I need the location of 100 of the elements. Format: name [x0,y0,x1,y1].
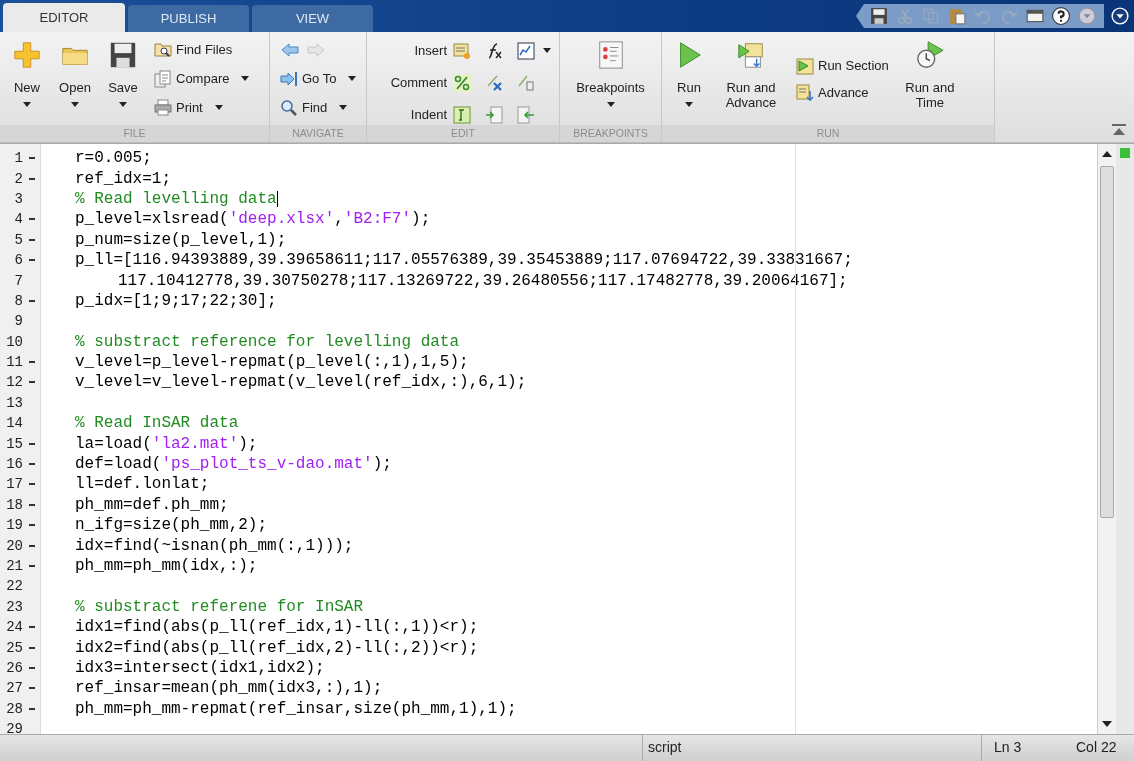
insert-label: Insert [413,43,447,58]
code-line: idx2=find(abs(p_ll(ref_idx,2)-ll(:,2))<r); [75,638,479,657]
executable-line-marker [28,177,35,180]
code-line: 117.10412778,39.30750278;117.13269722,39.26480556;117.17482778,39.20064167]; [118,271,848,290]
percent-icon[interactable] [453,73,471,92]
save-button[interactable]: Save [100,38,146,109]
folder-search-icon [154,40,172,59]
line-number: 15 [5,435,23,452]
line-number: 8 [13,292,23,309]
line-number: 23 [5,598,23,615]
run-section-icon [796,56,814,75]
line-number: 10 [5,333,23,350]
caret-icon [348,76,357,81]
menu-circle-icon[interactable] [1111,7,1129,25]
line-number: 4 [13,211,23,228]
line-number: 17 [5,476,23,493]
go-to-button[interactable]: Go To [278,67,359,90]
ribbon-tab[interactable]: EDITOR [3,3,125,32]
decrease-indent-icon[interactable] [517,105,535,124]
executable-line-marker [28,524,35,527]
run-and-advance-button[interactable]: Run and Advance [714,38,788,112]
code-line: % Read InSAR data [75,414,239,433]
insert-section-icon[interactable] [453,41,471,60]
new-button[interactable]: New [4,38,50,109]
line-number: 1 [13,150,23,167]
wrap-comment-icon[interactable] [517,73,535,92]
line-number: 25 [5,639,23,656]
chart-icon[interactable] [517,41,535,60]
uncomment-icon[interactable] [485,73,503,92]
breakpoints-button[interactable]: Breakpoints [571,38,650,109]
increase-indent-icon[interactable] [485,105,503,124]
code-line: ph_mm=ph_mm(idx,:); [75,557,258,575]
line-number: 29 [5,721,23,734]
code-line: ph_mm=def.ph_mm; [75,495,229,514]
code-line: v_level=p_level-repmat(p_level(:,1),1,5); [75,353,469,372]
run-and-time-button[interactable]: Run and Time [892,38,967,112]
advance-button[interactable]: Advance [794,81,891,104]
line-number: 13 [5,394,23,411]
compare-button[interactable]: Compare [152,67,252,90]
executable-line-marker [28,483,35,486]
executable-line-marker [28,238,35,241]
caret-icon [71,102,79,107]
executable-line-marker [28,463,35,466]
code-line: p_num=size(p_level,1); [75,230,287,249]
code-line: idx3=intersect(idx1,idx2); [75,658,325,677]
smart-indent-icon[interactable] [453,105,471,124]
find-button[interactable]: Find [278,96,359,119]
executable-line-marker [28,218,35,221]
line-number: 6 [13,252,23,269]
find-files-button[interactable]: Find Files [152,38,252,61]
executable-line-marker [28,687,35,690]
documents-icon [154,69,172,88]
help-icon[interactable] [1052,7,1070,25]
back-arrow-icon[interactable] [281,40,299,59]
window-icon[interactable] [1026,7,1044,25]
code-line: p_level=xlsread('deep.xlsx','B2:F7'); [75,210,431,229]
run-section-button[interactable]: Run Section [794,54,891,77]
code-line: ref_idx=1; [75,169,171,188]
line-number: 24 [5,619,23,636]
paste-icon[interactable] [948,7,966,25]
line-number: 14 [5,415,23,432]
line-number: 26 [5,659,23,676]
code-line: v_level=v_level-repmat(v_level(ref_idx,:),6,1); [75,373,527,392]
run-button[interactable]: Run [666,38,712,109]
line-number: 28 [5,700,23,717]
code-line: r=0.005; [75,149,152,168]
line-number: 3 [13,190,23,207]
stopwatch-play-icon [914,40,945,70]
caret-icon [339,105,348,110]
line-number: 12 [5,374,23,391]
search-icon [280,98,298,117]
caret-icon[interactable] [543,48,551,53]
executable-line-marker [28,381,35,384]
scroll-thumb[interactable] [1100,166,1114,518]
executable-line-marker [28,503,35,506]
print-button[interactable]: Print [152,96,252,119]
line-indicator: Ln 3 [993,738,1023,757]
collapse-ribbon-icon[interactable] [1112,124,1126,136]
line-number: 18 [5,496,23,513]
executable-line-marker [28,361,35,364]
printer-icon [154,98,172,117]
line-number: 9 [13,313,23,330]
section-label: RUN [662,125,994,142]
arrow-to-line-icon [280,69,298,88]
line-number: 5 [13,231,23,248]
save-icon[interactable] [870,7,888,25]
executable-line-marker [28,544,35,547]
code-line: % substract referene for InSAR [75,597,364,616]
caret-icon [606,102,615,107]
vertical-scrollbar[interactable] [1097,144,1116,734]
advance-icon [796,83,814,102]
open-button[interactable]: Open [52,38,98,109]
caret-icon [685,102,693,107]
dropdown-circle-icon[interactable] [1078,7,1096,25]
code-line: def=load('ps_plot_ts_v-dao.mat'); [75,455,392,474]
text-cursor [276,190,278,207]
ribbon-tab[interactable]: PUBLISH [128,5,249,32]
line-number: 21 [5,558,23,574]
ribbon-tab[interactable]: VIEW [252,5,373,32]
caret-icon [23,102,31,107]
